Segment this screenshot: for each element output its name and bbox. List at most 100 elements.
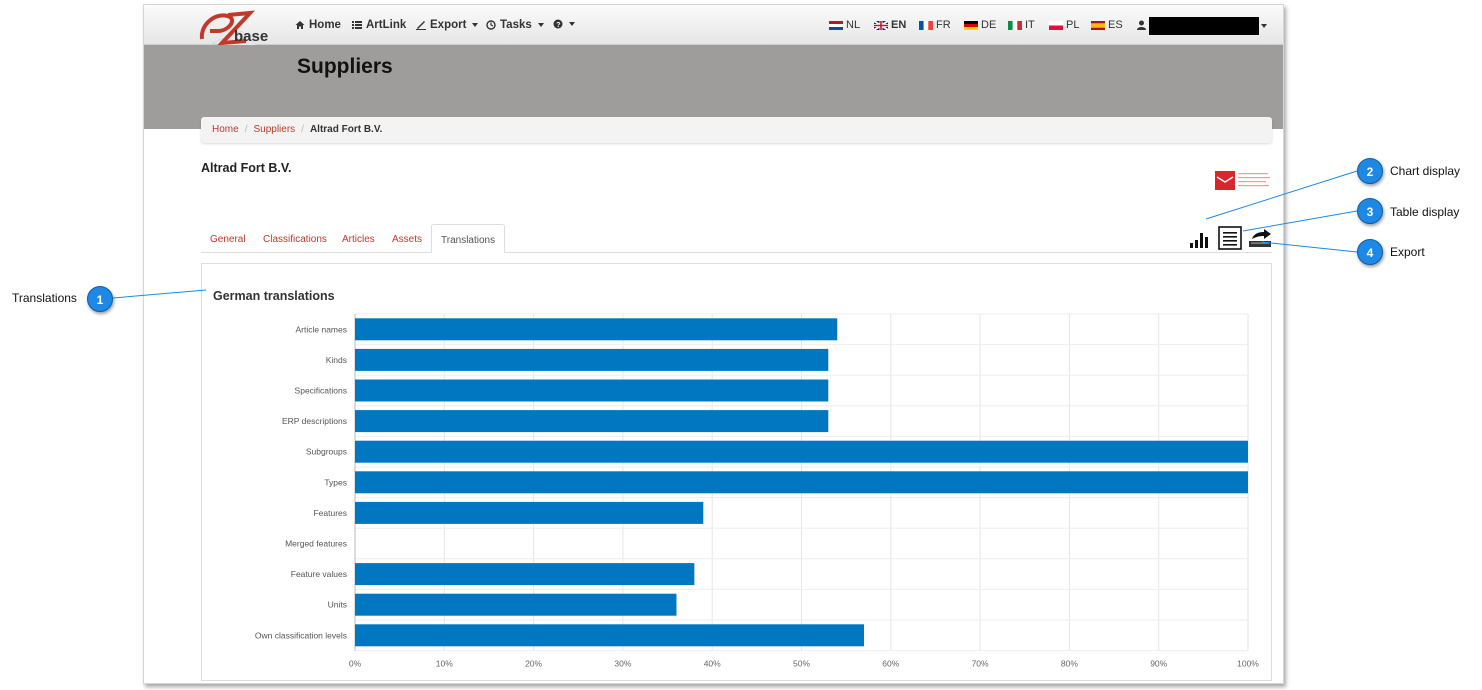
export-icon[interactable] xyxy=(1248,227,1272,249)
nav-help[interactable]: ? xyxy=(553,19,575,29)
chart-panel: German translations 0% 10% 20% 30% 40% 50% 60%… xyxy=(201,263,1272,681)
bar[interactable] xyxy=(355,471,1248,494)
es-flag-icon xyxy=(1091,20,1105,30)
help-icon: ? xyxy=(553,19,563,29)
svg-text:?: ? xyxy=(556,22,560,29)
home-icon xyxy=(295,21,305,29)
bar[interactable] xyxy=(355,348,829,371)
y-tick-label: Own classification levels xyxy=(255,630,347,640)
navbar: base Home ArtLink Export Tasks ? NL EN F… xyxy=(144,5,1283,60)
chevron-down-icon xyxy=(569,22,575,26)
supplier-logo xyxy=(1215,171,1270,190)
de-flag-icon xyxy=(964,20,978,30)
x-tick-label: 60% xyxy=(882,659,899,669)
x-tick-label: 90% xyxy=(1150,659,1167,669)
tab-assets[interactable]: Assets xyxy=(383,224,431,253)
y-tick-label: Merged features xyxy=(285,539,347,549)
page: base Home ArtLink Export Tasks ? NL EN F… xyxy=(0,0,1482,690)
tab-assets-label: Assets xyxy=(392,234,423,245)
lang-pl-label: PL xyxy=(1066,19,1080,31)
callout-label-1: Translations xyxy=(12,291,77,305)
tab-classifications-label: Classifications xyxy=(263,234,327,245)
uk-flag-icon xyxy=(874,20,888,30)
callout-1: 1 xyxy=(87,286,113,312)
lang-es[interactable]: ES xyxy=(1091,19,1123,31)
browser-window: base Home ArtLink Export Tasks ? NL EN F… xyxy=(143,4,1284,684)
lang-fr-label: FR xyxy=(936,19,951,31)
bar[interactable] xyxy=(355,410,829,433)
tab-classifications[interactable]: Classifications xyxy=(254,224,336,253)
breadcrumb: Home / Suppliers / Altrad Fort B.V. xyxy=(201,117,1272,143)
y-tick-label: Feature values xyxy=(291,569,347,579)
tab-translations[interactable]: Translations xyxy=(431,224,506,253)
bar[interactable] xyxy=(355,318,838,341)
lang-es-label: ES xyxy=(1108,19,1123,31)
chevron-down-icon xyxy=(537,23,544,27)
x-tick-label: 40% xyxy=(704,659,721,669)
callout-4: 4 xyxy=(1357,239,1383,265)
logo-text: base xyxy=(234,28,268,45)
nav-artlink[interactable]: ArtLink xyxy=(352,19,406,31)
it-flag-icon xyxy=(1008,20,1022,30)
tab-articles[interactable]: Articles xyxy=(333,224,384,253)
bar[interactable] xyxy=(355,440,1248,463)
lang-en-label: EN xyxy=(891,19,907,31)
bar[interactable] xyxy=(355,563,695,586)
supplier-name: Altrad Fort B.V. xyxy=(201,161,292,175)
nav-tasks[interactable]: Tasks xyxy=(486,19,544,31)
pl-flag-icon xyxy=(1049,20,1063,30)
bar[interactable] xyxy=(355,624,865,647)
lang-nl-label: NL xyxy=(846,19,861,31)
lang-en[interactable]: EN xyxy=(874,19,906,31)
y-tick-label: Specifications xyxy=(295,386,347,396)
nav-export[interactable]: Export xyxy=(416,19,479,31)
table-icon[interactable] xyxy=(1218,226,1242,250)
bar-chart: 0% 10% 20% 30% 40% 50% 60% 70% 80% 90% 100% Article… xyxy=(255,313,1259,669)
x-tick-label: 70% xyxy=(972,659,989,669)
y-tick-label: Types xyxy=(324,477,347,487)
callout-label-4: Export xyxy=(1390,245,1425,259)
bar[interactable] xyxy=(355,593,677,616)
nl-flag-icon xyxy=(829,20,843,30)
user-menu[interactable] xyxy=(1149,17,1259,35)
tab-general-label: General xyxy=(210,234,246,245)
nav-home-label: Home xyxy=(309,19,341,31)
lang-pl[interactable]: PL xyxy=(1049,19,1079,31)
breadcrumb-separator: / xyxy=(244,124,248,135)
chevron-down-icon xyxy=(1261,24,1267,28)
list-icon xyxy=(352,21,362,29)
callout-label-2: Chart display xyxy=(1390,164,1461,178)
nav-home[interactable]: Home xyxy=(295,19,341,31)
bar-chart-icon[interactable] xyxy=(1189,227,1211,249)
breadcrumb-home[interactable]: Home xyxy=(212,124,239,136)
x-tick-label: 80% xyxy=(1061,659,1078,669)
y-tick-label: Units xyxy=(328,600,347,610)
x-tick-label: 100% xyxy=(1237,659,1259,669)
lang-fr[interactable]: FR xyxy=(919,19,951,31)
user-icon[interactable] xyxy=(1137,20,1146,30)
breadcrumb-suppliers[interactable]: Suppliers xyxy=(253,124,295,136)
export-icon xyxy=(416,21,426,30)
x-tick-label: 0% xyxy=(349,659,362,669)
tab-articles-label: Articles xyxy=(342,234,375,245)
callout-3: 3 xyxy=(1357,198,1383,224)
y-tick-label: Kinds xyxy=(326,355,347,365)
bar[interactable] xyxy=(355,379,829,402)
x-tick-label: 10% xyxy=(436,659,453,669)
lang-nl[interactable]: NL xyxy=(829,19,860,31)
bar[interactable] xyxy=(355,501,704,524)
chevron-down-icon xyxy=(472,23,479,27)
x-tick-label: 20% xyxy=(525,659,542,669)
lang-it-label: IT xyxy=(1025,19,1035,31)
tab-translations-label: Translations xyxy=(441,235,496,246)
tab-general[interactable]: General xyxy=(201,224,255,253)
y-tick-label: ERP descriptions xyxy=(282,416,347,426)
lang-de[interactable]: DE xyxy=(964,19,996,31)
nav-artlink-label: ArtLink xyxy=(366,19,407,31)
nav-tasks-label: Tasks xyxy=(500,19,532,31)
tab-bar: General Classifications Articles Assets … xyxy=(201,224,1272,253)
lang-it[interactable]: IT xyxy=(1008,19,1035,31)
y-tick-label: Subgroups xyxy=(306,447,347,457)
nav-export-label: Export xyxy=(430,19,467,31)
x-tick-label: 50% xyxy=(793,659,810,669)
